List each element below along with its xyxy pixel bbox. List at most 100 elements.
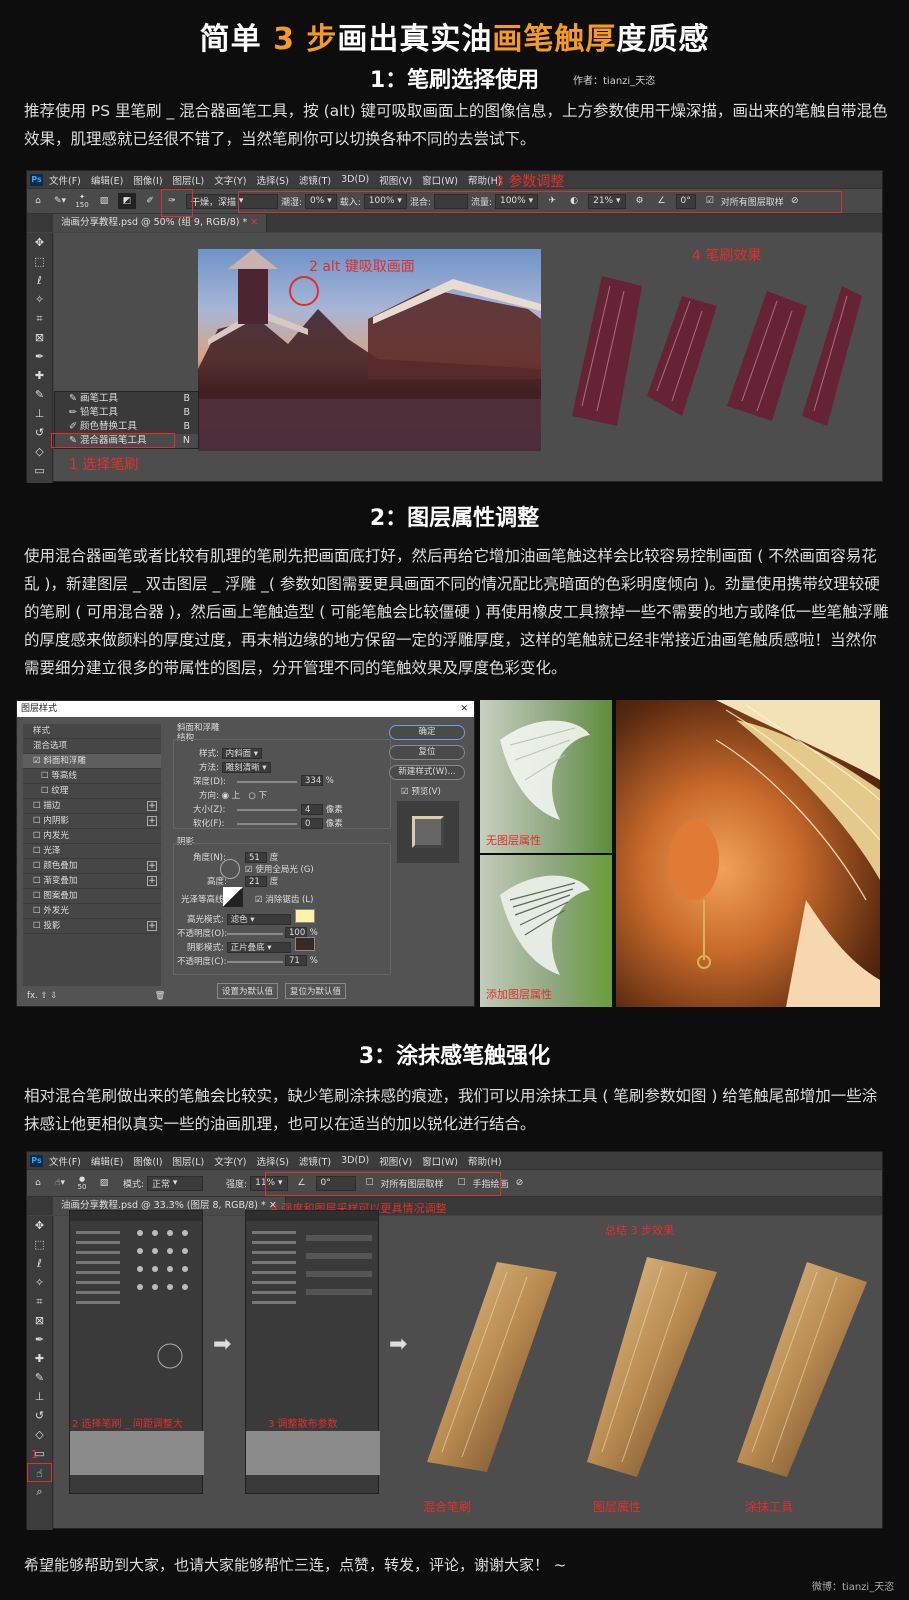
menu-file[interactable]: 文件(F) — [49, 1154, 81, 1168]
flyout-pencil-tool[interactable]: ✏ 铅笔工具 B — [55, 406, 198, 420]
menu-file[interactable]: 文件(F) — [49, 173, 81, 187]
magic-wand-tool-icon[interactable]: ✧ — [27, 1273, 52, 1292]
menu-type[interactable]: 文字(Y) — [214, 173, 246, 187]
soften-slider[interactable] — [237, 823, 297, 825]
shadow-color-swatch[interactable] — [295, 937, 315, 951]
highlight-color-swatch[interactable] — [295, 909, 315, 923]
mixer-brush-swatch-icon[interactable]: ◩ — [118, 193, 136, 209]
shadow-mode-dropdown[interactable]: 正片叠底 ▾ — [226, 942, 291, 953]
brush-tool-icon[interactable]: ✎ — [27, 1368, 52, 1387]
add-icon[interactable]: + — [147, 801, 157, 811]
style-item-pattern-overlay[interactable]: ☐ 图案叠加 — [23, 889, 161, 904]
preview-row[interactable]: ☑ 预览(V) — [401, 785, 441, 797]
depth-slider[interactable] — [237, 781, 297, 783]
stamp-tool-icon[interactable]: ⊥ — [27, 1387, 52, 1406]
style-item-gradient-overlay[interactable]: ☐ 渐变叠加 + — [23, 874, 161, 889]
make-default-button[interactable]: 设置为默认值 — [217, 983, 279, 999]
menu-select[interactable]: 选择(S) — [256, 1154, 288, 1168]
menu-filter[interactable]: 滤镜(T) — [299, 173, 331, 187]
new-style-button[interactable]: 新建样式(W)... — [389, 765, 465, 780]
style-item-color-overlay[interactable]: ☐ 颜色叠加 + — [23, 859, 161, 874]
frame-tool-icon[interactable]: ⊠ — [27, 328, 52, 347]
eyedropper-tool-icon[interactable]: ✒ — [27, 1330, 52, 1349]
style-item-inner-glow[interactable]: ☐ 内发光 — [23, 829, 161, 844]
eraser-tool-icon[interactable]: ◇ — [27, 442, 52, 461]
style-item-contour[interactable]: ☐ 等高线 — [23, 769, 161, 784]
magic-wand-tool-icon[interactable]: ✧ — [27, 290, 52, 309]
marquee-tool-icon[interactable]: ⬚ — [27, 252, 52, 271]
dialog-close-icon[interactable]: ✕ — [460, 701, 468, 717]
menu-select[interactable]: 选择(S) — [256, 173, 288, 187]
smudge-preset-icon[interactable]: ☝▾ — [52, 1175, 68, 1191]
pressure-icon[interactable]: ⊘ — [512, 1175, 528, 1191]
style-item-outer-glow[interactable]: ☐ 外发光 — [23, 904, 161, 919]
style-item-stroke[interactable]: ☐ 描边 + — [23, 799, 161, 814]
gradient-tool-icon[interactable]: ▭ — [27, 461, 52, 480]
history-brush-icon[interactable]: ↺ — [27, 423, 52, 442]
menu-3d[interactable]: 3D(D) — [341, 1155, 369, 1166]
ok-button[interactable]: 确定 — [389, 725, 465, 740]
home-icon[interactable]: ⌂ — [30, 193, 46, 209]
add-icon[interactable]: + — [147, 861, 157, 871]
crop-tool-icon[interactable]: ⌗ — [27, 309, 52, 328]
opacity1-slider[interactable] — [227, 933, 283, 935]
antialias-row[interactable]: ☑ 消除锯齿 (L) — [255, 893, 313, 905]
fx-footer-icons[interactable]: fx. ⇧ ⇩ 🗑 — [27, 991, 165, 1001]
menu-image[interactable]: 图像(I) — [133, 1154, 162, 1168]
frame-tool-icon[interactable]: ⊠ — [27, 1311, 52, 1330]
depth-field[interactable]: 334 — [301, 775, 323, 786]
menu-filter[interactable]: 滤镜(T) — [299, 1154, 331, 1168]
stamp-tool-icon[interactable]: ⊥ — [27, 404, 52, 423]
add-icon[interactable]: + — [147, 816, 157, 826]
menu-window[interactable]: 窗口(W) — [422, 173, 458, 187]
smudge-tool-icon[interactable]: ☝ — [27, 1463, 52, 1482]
menu-layer[interactable]: 图层(L) — [173, 173, 205, 187]
method-dropdown[interactable]: 雕刻清晰 ▾ — [221, 762, 271, 773]
opacity2-slider[interactable] — [227, 961, 283, 963]
menu-3d[interactable]: 3D(D) — [341, 174, 369, 185]
brush-tool-icon[interactable]: ✎ — [27, 385, 52, 404]
style-item-styles[interactable]: 样式 — [23, 724, 161, 739]
brush-preset-icon[interactable]: ✎▾ — [52, 193, 68, 209]
style-item-texture[interactable]: ☐ 纹理 — [23, 784, 161, 799]
style-item-satin[interactable]: ☐ 光泽 — [23, 844, 161, 859]
soften-field[interactable]: 0 — [301, 818, 323, 829]
size-slider[interactable] — [237, 809, 297, 811]
reset-button[interactable]: 复位 — [389, 745, 465, 760]
gloss-contour-preview[interactable] — [223, 887, 243, 907]
menu-edit[interactable]: 编辑(E) — [91, 173, 123, 187]
brush-panel-icon[interactable]: ▨ — [96, 193, 112, 209]
style-item-blending[interactable]: 混合选项 — [23, 739, 161, 754]
size-field[interactable]: 4 — [301, 804, 323, 815]
brush-panel-icon[interactable]: ▨ — [96, 1175, 112, 1191]
healing-tool-icon[interactable]: ✚ — [27, 366, 52, 385]
menu-type[interactable]: 文字(Y) — [214, 1154, 246, 1168]
reset-default-button[interactable]: 复位为默认值 — [285, 983, 347, 999]
style-dropdown[interactable]: 内斜面 ▾ — [221, 748, 263, 759]
menu-image[interactable]: 图像(I) — [133, 173, 162, 187]
marquee-tool-icon[interactable]: ⬚ — [27, 1235, 52, 1254]
add-icon[interactable]: + — [147, 876, 157, 886]
menu-help[interactable]: 帮助(H) — [468, 1154, 502, 1168]
crop-tool-icon[interactable]: ⌗ — [27, 1292, 52, 1311]
angle-field[interactable]: 51 — [245, 852, 267, 863]
zoom-tool-icon[interactable]: ⌕ — [27, 1482, 52, 1501]
menu-edit[interactable]: 编辑(E) — [91, 1154, 123, 1168]
brush-size[interactable]: ● 50 — [74, 1175, 90, 1191]
flyout-brush-tool[interactable]: ✎ 画笔工具 B — [55, 392, 198, 406]
highlight-mode-dropdown[interactable]: 滤色 ▾ — [226, 914, 291, 925]
style-item-bevel[interactable]: ☑ 斜面和浮雕 — [23, 754, 161, 769]
mode-dropdown[interactable]: 正常 ▾ — [147, 1175, 204, 1191]
home-icon[interactable]: ⌂ — [30, 1175, 46, 1191]
lasso-tool-icon[interactable]: ℓ — [27, 1254, 52, 1273]
move-tool-icon[interactable]: ✥ — [27, 233, 52, 252]
style-item-inner-shadow[interactable]: ☐ 内阴影 + — [23, 814, 161, 829]
menu-view[interactable]: 视图(V) — [379, 173, 412, 187]
lasso-tool-icon[interactable]: ℓ — [27, 271, 52, 290]
global-light-row[interactable]: ☑ 使用全局光 (G) — [245, 863, 314, 875]
eyedropper-tool-icon[interactable]: ✒ — [27, 347, 52, 366]
menu-window[interactable]: 窗口(W) — [422, 1154, 458, 1168]
flyout-color-replace-tool[interactable]: ✐ 颜色替换工具 B — [55, 420, 198, 434]
close-tab-icon[interactable]: ✕ — [250, 217, 258, 228]
style-item-drop-shadow[interactable]: ☐ 投影 + — [23, 919, 161, 934]
